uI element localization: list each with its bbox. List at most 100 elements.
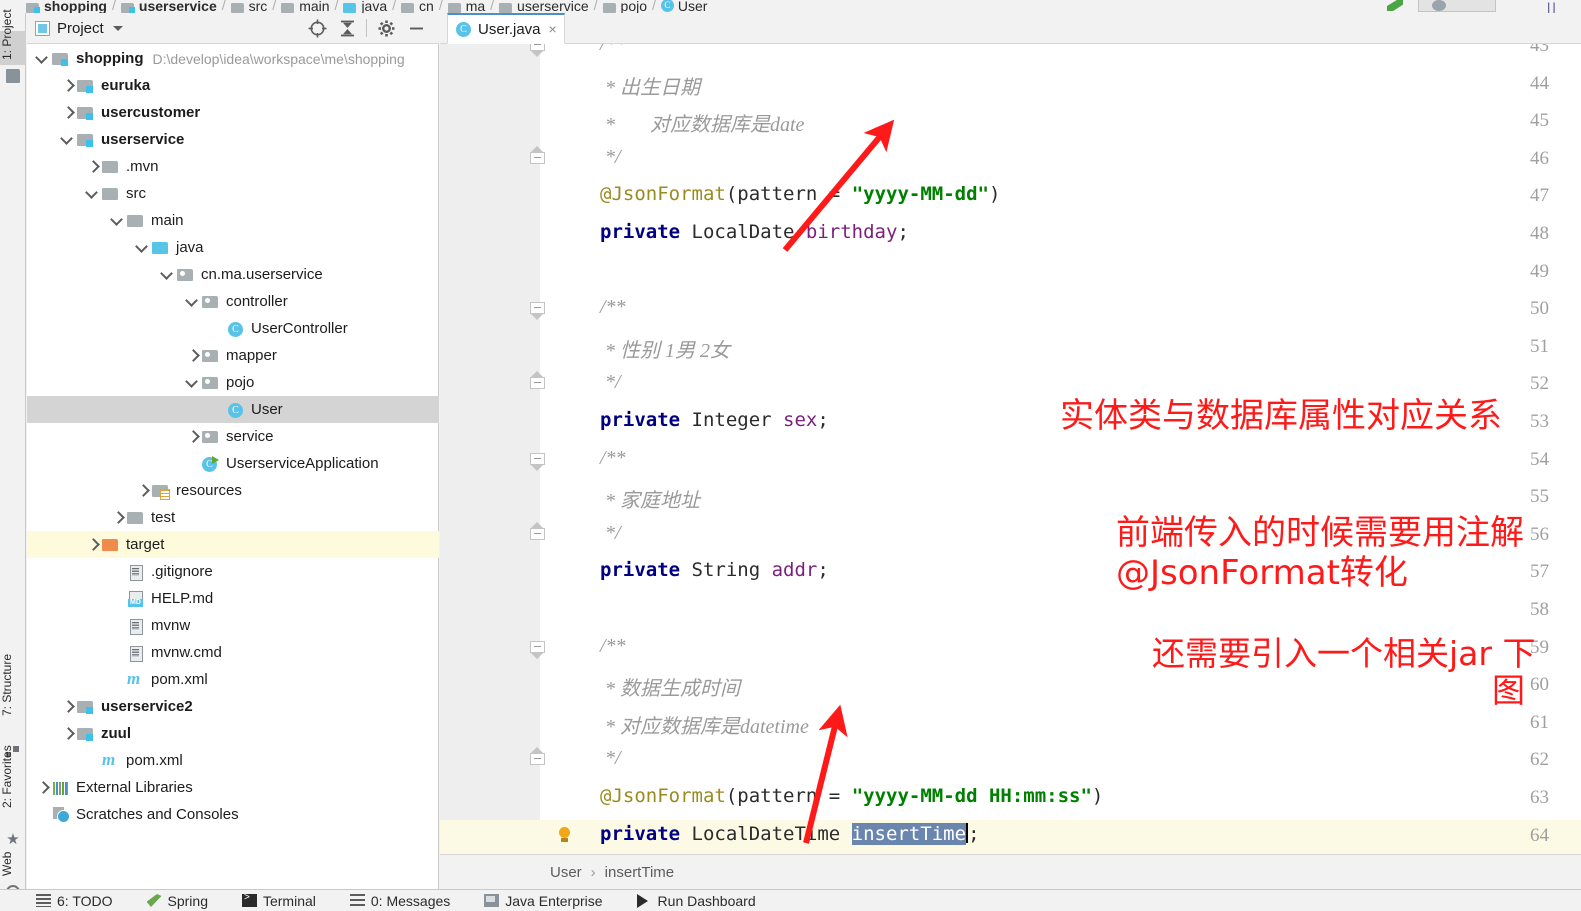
chevron-down-icon[interactable] (35, 51, 50, 66)
breadcrumb-item-src[interactable]: src (230, 0, 267, 13)
tree-node-java[interactable]: java (27, 234, 439, 261)
code-canvas[interactable]: 43 /** 44 * 出生日期 45 * 对应数据库是date 46 */ 47 @Jso… (440, 44, 1581, 854)
tree-node-external-libraries[interactable]: External Libraries (27, 774, 439, 801)
breadcrumb-item-java[interactable]: java (343, 0, 387, 13)
tree-node-main[interactable]: main (27, 207, 439, 234)
settings-gear-icon[interactable] (1432, 0, 1446, 11)
tree-node-pojo[interactable]: pojo (27, 369, 439, 396)
editor-tab-user-java[interactable]: User.java × (447, 13, 565, 44)
chevron-down-icon[interactable] (60, 132, 75, 147)
code-line-60[interactable]: * 数据生成时间 (600, 672, 740, 701)
tree-node-userserviceapplication[interactable]: UserserviceApplication (27, 450, 439, 477)
status-tab-terminal[interactable]: Terminal (241, 892, 316, 909)
chevron-right-icon[interactable] (60, 726, 75, 741)
tree-node-mapper[interactable]: mapper (27, 342, 439, 369)
code-line-64[interactable]: private LocalDateTime insertTime; (600, 822, 980, 845)
tree-node-cn-ma-userservice[interactable]: cn.ma.userservice (27, 261, 439, 288)
fold-marker-end[interactable] (530, 145, 545, 169)
tool-tab-2-favorites[interactable]: 2: Favorites (0, 725, 26, 829)
tree-node-help-md[interactable]: HELP.md (27, 585, 439, 612)
breadcrumb-item-userservice[interactable]: userservice (499, 0, 589, 13)
tree-node-shopping[interactable]: shopping D:\develop\idea\workspace\me\sho… (27, 45, 439, 72)
code-line-43[interactable]: /** (600, 44, 626, 56)
tree-node-controller[interactable]: controller (27, 288, 439, 315)
chevron-down-icon[interactable] (110, 213, 125, 228)
code-line-54[interactable]: /** (600, 447, 626, 470)
chevron-down-icon[interactable] (185, 375, 200, 390)
chevron-down-icon[interactable] (112, 25, 123, 31)
chevron-down-icon[interactable] (160, 267, 175, 282)
breadcrumb-item-userservice[interactable]: userservice (120, 0, 217, 13)
code-line-46[interactable]: */ (600, 146, 621, 169)
chevron-right-icon[interactable] (60, 78, 75, 93)
chevron-right-icon[interactable] (60, 105, 75, 120)
minimize-icon[interactable] (401, 14, 431, 42)
tree-node-usercustomer[interactable]: usercustomer (27, 99, 439, 126)
fold-marker-start[interactable] (530, 640, 545, 659)
project-tree[interactable]: shopping D:\develop\idea\workspace\me\sho… (27, 45, 439, 889)
code-line-61[interactable]: * 对应数据库是datetime (600, 710, 809, 739)
tree-node-mvnw-cmd[interactable]: mvnw.cmd (27, 639, 439, 666)
top-breadcrumb[interactable]: shopping / userservice / src / main / java / cn / ma… (0, 0, 1581, 13)
status-tab-6-todo[interactable]: 6: TODO (36, 893, 113, 909)
line-number-gutter[interactable] (440, 44, 540, 854)
status-tab-run-dashboard[interactable]: Run Dashboard (636, 893, 756, 909)
fold-marker-end[interactable] (530, 747, 545, 770)
chevron-down-icon[interactable] (135, 240, 150, 255)
tree-node-euruka[interactable]: euruka (27, 72, 439, 99)
code-line-59[interactable]: /** (600, 635, 626, 658)
breadcrumb-item-cn[interactable]: cn (401, 0, 434, 13)
gear-icon[interactable] (371, 14, 401, 42)
tree-node--mvn[interactable]: .mvn (27, 153, 439, 180)
chevron-right-icon[interactable] (35, 780, 50, 795)
code-line-52[interactable]: */ (600, 371, 621, 394)
fold-marker-end[interactable] (530, 371, 545, 394)
editor-breadcrumb[interactable]: User › insertTime (440, 854, 1581, 889)
breadcrumb-item-ma[interactable]: ma (447, 0, 485, 13)
code-line-57[interactable]: private String addr; (600, 559, 829, 581)
tree-node-user[interactable]: User (27, 396, 439, 423)
editor-breadcrumb-inserttime[interactable]: insertTime (605, 864, 674, 881)
tree-node--gitignore[interactable]: .gitignore (27, 558, 439, 585)
tree-node-target[interactable]: target (27, 531, 439, 558)
code-line-47[interactable]: @JsonFormat(pattern = "yyyy-MM-dd") (600, 183, 1000, 205)
breadcrumb-item-pojo[interactable]: pojo (602, 0, 647, 13)
code-line-50[interactable]: /** (600, 296, 626, 319)
tree-node-zuul[interactable]: zuul (27, 720, 439, 747)
tree-node-scratches-and-consoles[interactable]: Scratches and Consoles (27, 801, 439, 828)
fold-marker-end-top[interactable] (530, 44, 545, 57)
code-line-56[interactable]: */ (600, 522, 621, 545)
locate-icon[interactable] (302, 14, 332, 42)
code-line-62[interactable]: */ (600, 747, 621, 770)
tree-node-pom-xml[interactable]: pom.xml (27, 666, 439, 693)
tree-node-pom-xml[interactable]: pom.xml (27, 747, 439, 774)
breadcrumb-item-main[interactable]: main (281, 0, 330, 13)
tree-node-usercontroller[interactable]: UserController (27, 315, 439, 342)
breadcrumb-item-shopping[interactable]: shopping (26, 0, 107, 13)
chevron-right-icon[interactable] (135, 483, 150, 498)
chevron-right-icon[interactable] (85, 159, 100, 174)
intention-bulb-icon[interactable] (558, 826, 572, 845)
tree-node-service[interactable]: service (27, 423, 439, 450)
chevron-right-icon[interactable] (60, 699, 75, 714)
status-tab-0-messages[interactable]: 0: Messages (349, 893, 450, 909)
chevron-down-icon[interactable] (185, 294, 200, 309)
tree-node-userservice2[interactable]: userservice2 (27, 693, 439, 720)
chevron-right-icon[interactable] (110, 510, 125, 525)
breadcrumb-item-user[interactable]: User (660, 0, 707, 13)
chevron-down-icon[interactable] (85, 186, 100, 201)
status-tab-spring[interactable]: Spring (146, 893, 208, 909)
code-line-53[interactable]: private Integer sex; (600, 409, 829, 431)
fold-marker-end[interactable] (530, 521, 545, 545)
tree-node-test[interactable]: test (27, 504, 439, 531)
code-line-63[interactable]: @JsonFormat(pattern = "yyyy-MM-dd HH:mm:… (600, 785, 1103, 807)
fold-marker-start[interactable] (530, 302, 545, 321)
tree-node-src[interactable]: src (27, 180, 439, 207)
tree-node-mvnw[interactable]: mvnw (27, 612, 439, 639)
tool-tab-1-project[interactable]: 1: Project (0, 9, 26, 65)
chevron-right-icon[interactable] (85, 537, 100, 552)
collapse-all-icon[interactable] (332, 14, 362, 42)
tree-node-userservice[interactable]: userservice (27, 126, 439, 153)
chevron-right-icon[interactable] (185, 348, 200, 363)
editor-breadcrumb-user[interactable]: User (550, 864, 582, 881)
